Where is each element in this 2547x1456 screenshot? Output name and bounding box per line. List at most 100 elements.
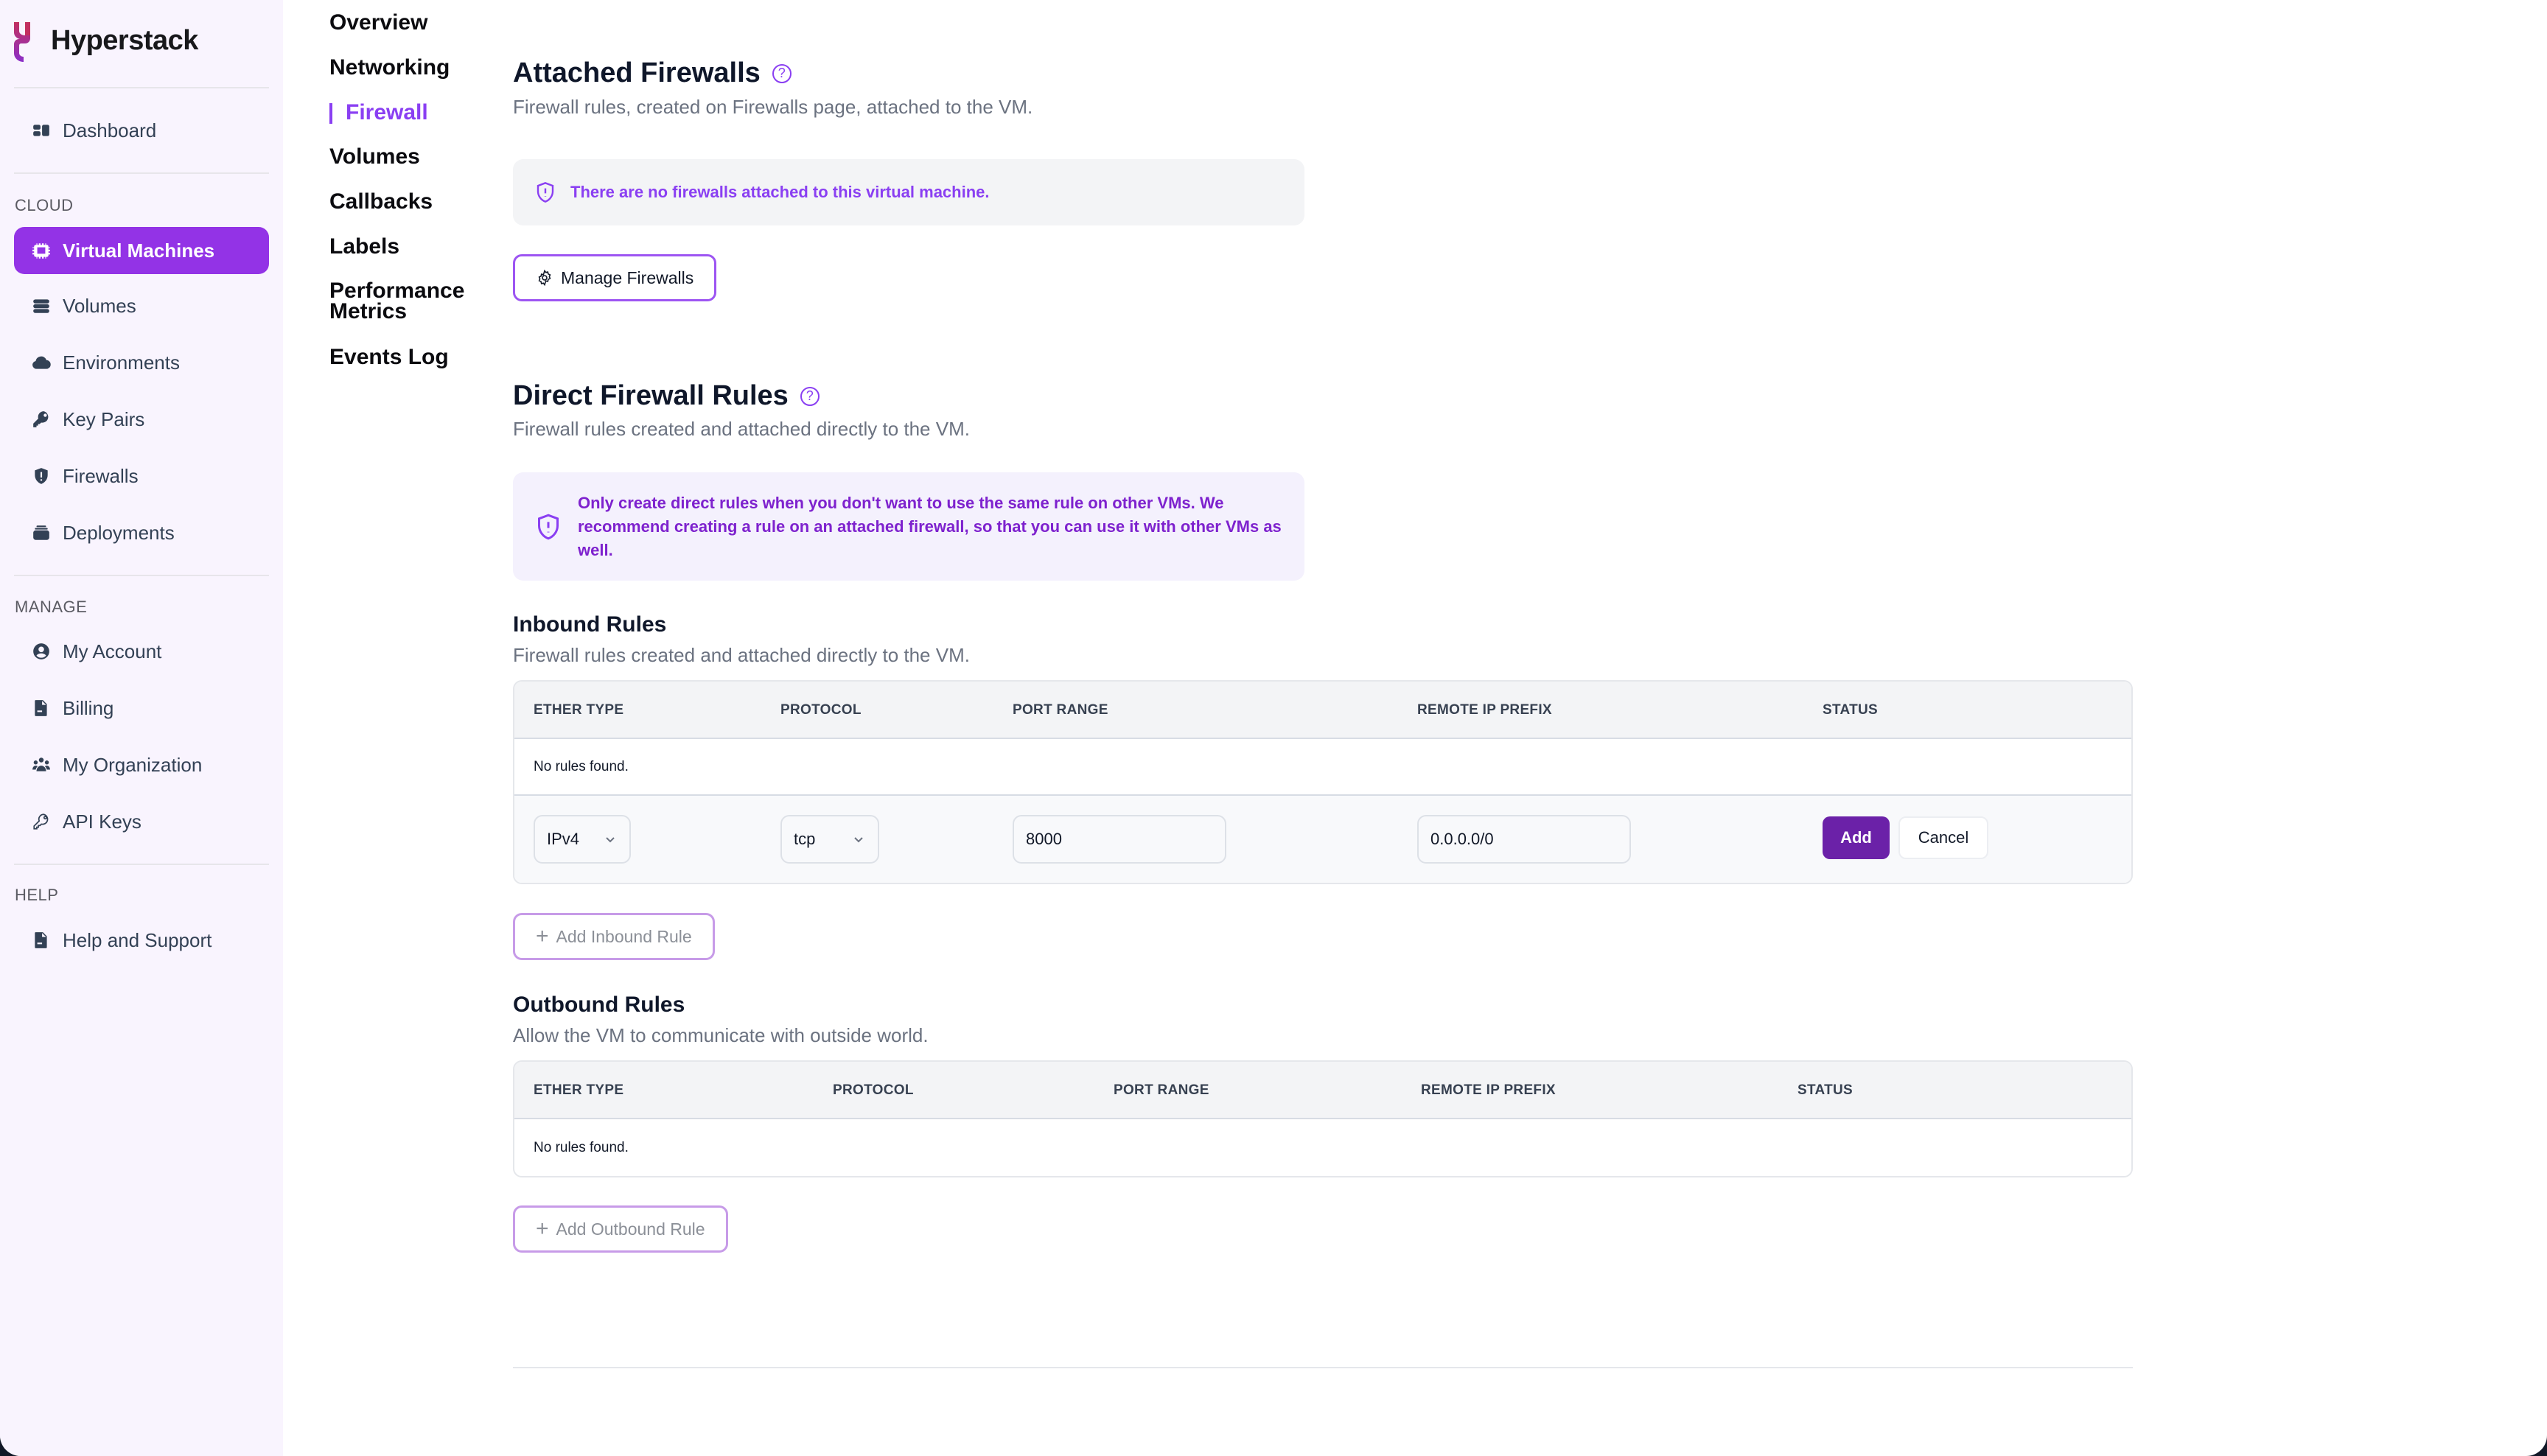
select-value: tcp xyxy=(794,830,816,848)
sidebar-item-label: My Account xyxy=(63,640,162,662)
empty-row: No rules found. xyxy=(534,1139,629,1155)
button-label: Add Inbound Rule xyxy=(556,926,692,946)
column-header[interactable]: ETHER TYPE xyxy=(534,1062,623,1119)
sidebar-item-environments[interactable]: Environments xyxy=(14,339,269,386)
outbound-rules-heading: Outbound Rules xyxy=(513,993,685,1017)
sidebar-item-key-pairs[interactable]: Key Pairs xyxy=(14,396,269,443)
section-title: Attached Firewalls xyxy=(513,57,761,88)
empty-row: No rules found. xyxy=(514,739,2131,796)
ether-type-select[interactable]: IPv4 xyxy=(534,815,631,864)
app-window: Hyperstack Dashboard CLOUD Virtual Machi… xyxy=(0,0,2547,1456)
tab-callbacks[interactable]: Callbacks xyxy=(329,191,433,213)
no-firewalls-notice: There are no firewalls attached to this … xyxy=(513,159,1304,225)
column-header[interactable]: STATUS xyxy=(1797,1062,1853,1119)
outbound-rules-subtitle: Allow the VM to communicate with outside… xyxy=(513,1024,929,1046)
inbound-rules-subtitle: Firewall rules created and attached dire… xyxy=(513,644,970,666)
user-circle-icon xyxy=(30,640,52,662)
sidebar-divider xyxy=(14,172,269,174)
column-header[interactable]: REMOTE IP PREFIX xyxy=(1417,682,1552,739)
column-header[interactable]: STATUS xyxy=(1823,682,1878,739)
tab-label-line: Metrics xyxy=(329,299,408,323)
column-header[interactable]: PROTOCOL xyxy=(833,1062,914,1119)
column-header[interactable]: PORT RANGE xyxy=(1013,682,1108,739)
document-icon xyxy=(30,929,52,951)
button-label: Add Outbound Rule xyxy=(556,1219,705,1239)
app-name: Hyperstack xyxy=(51,24,198,56)
direct-rules-warning: Only create direct rules when you don't … xyxy=(513,472,1304,581)
shield-alert-icon xyxy=(538,514,559,539)
gear-icon xyxy=(538,269,551,287)
cpu-chip-icon xyxy=(30,239,52,262)
server-stack-icon xyxy=(30,295,52,317)
shield-icon xyxy=(30,465,52,487)
table-header: ETHER TYPE PROTOCOL PORT RANGE REMOTE IP… xyxy=(514,1062,2131,1119)
sidebar-item-volumes[interactable]: Volumes xyxy=(14,282,269,329)
sidebar-item-billing[interactable]: Billing xyxy=(14,685,269,732)
help-icon[interactable]: ? xyxy=(800,386,820,406)
sidebar-divider xyxy=(14,87,269,88)
section-title: Direct Firewall Rules xyxy=(513,380,789,411)
users-icon xyxy=(30,754,52,776)
remote-ip-cell: 0.0.0.0/0 xyxy=(1417,815,1631,864)
manage-firewalls-button[interactable]: Manage Firewalls xyxy=(513,254,717,301)
cloud-icon xyxy=(30,351,52,374)
tab-label-line: Performance xyxy=(329,279,465,303)
column-header[interactable]: ETHER TYPE xyxy=(534,682,623,739)
add-rule-button[interactable]: Add xyxy=(1823,816,1890,859)
attached-firewalls-subtitle: Firewall rules, created on Firewalls pag… xyxy=(513,96,1033,118)
sidebar-divider xyxy=(14,575,269,576)
sidebar-divider xyxy=(14,864,269,865)
sidebar-item-my-account[interactable]: My Account xyxy=(14,628,269,675)
tab-events-log[interactable]: Events Log xyxy=(329,346,449,368)
plus-icon: + xyxy=(536,1217,549,1241)
column-header[interactable]: REMOTE IP PREFIX xyxy=(1421,1062,1556,1119)
sidebar-item-deployments[interactable]: Deployments xyxy=(14,509,269,556)
notice-text: Only create direct rules when you don't … xyxy=(578,493,1282,559)
sidebar-item-label: Key Pairs xyxy=(63,407,145,430)
help-icon[interactable]: ? xyxy=(772,63,792,83)
sidebar-item-dashboard[interactable]: Dashboard xyxy=(14,107,269,154)
chevron-down-icon xyxy=(854,837,863,843)
dashboard-icon xyxy=(30,119,52,141)
sidebar-item-help-and-support[interactable]: Help and Support xyxy=(14,917,269,964)
sidebar-item-label: Volumes xyxy=(63,294,136,317)
sidebar-item-virtual-machines[interactable]: Virtual Machines xyxy=(14,227,269,274)
tab-labels[interactable]: Labels xyxy=(329,236,399,258)
tab-volumes[interactable]: Volumes xyxy=(329,146,420,168)
direct-rules-subtitle: Firewall rules created and attached dire… xyxy=(513,418,970,440)
port-range-cell: 8000 xyxy=(1013,815,1226,864)
sidebar-item-label: Environments xyxy=(63,351,180,374)
protocol-cell: tcp xyxy=(780,815,879,864)
sidebar-item-my-organization[interactable]: My Organization xyxy=(14,741,269,788)
sidebar: Hyperstack Dashboard CLOUD Virtual Machi… xyxy=(0,0,283,1456)
column-header[interactable]: PORT RANGE xyxy=(1114,1062,1209,1119)
logo[interactable]: Hyperstack xyxy=(14,19,198,62)
port-range-input[interactable]: 8000 xyxy=(1013,815,1226,864)
tab-overview[interactable]: Overview xyxy=(329,12,427,34)
add-outbound-rule-button[interactable]: + Add Outbound Rule xyxy=(513,1205,728,1253)
key-icon xyxy=(30,408,52,430)
section-label-manage: MANAGE xyxy=(15,598,88,616)
table-header: ETHER TYPE PROTOCOL PORT RANGE REMOTE IP… xyxy=(514,682,2131,739)
hyperstack-logo-icon xyxy=(14,22,30,62)
sidebar-item-label: Help and Support xyxy=(63,928,212,951)
remote-ip-prefix-input[interactable]: 0.0.0.0/0 xyxy=(1417,815,1631,864)
column-header[interactable]: PROTOCOL xyxy=(780,682,862,739)
tab-networking[interactable]: Networking xyxy=(329,57,450,79)
protocol-select[interactable]: tcp xyxy=(780,815,879,864)
section-label-help: HELP xyxy=(15,886,59,904)
sidebar-item-label: My Organization xyxy=(63,753,203,776)
new-rule-row: IPv4 tcp 8000 0.0.0.0/0 Add Cancel xyxy=(514,796,2131,883)
sidebar-item-firewalls[interactable]: Firewalls xyxy=(14,452,269,500)
cancel-rule-button[interactable]: Cancel xyxy=(1898,816,1988,859)
key-outline-icon xyxy=(30,811,52,833)
sidebar-item-label: Deployments xyxy=(63,521,175,544)
outbound-rules-table: ETHER TYPE PROTOCOL PORT RANGE REMOTE IP… xyxy=(513,1060,2133,1177)
add-inbound-rule-button[interactable]: + Add Inbound Rule xyxy=(513,913,715,960)
sidebar-item-api-keys[interactable]: API Keys xyxy=(14,798,269,845)
notice-text: There are no firewalls attached to this … xyxy=(570,183,990,201)
tab-firewall[interactable]: Firewall xyxy=(329,102,428,124)
tab-performance-metrics[interactable]: Performance Metrics xyxy=(329,279,465,323)
button-label: Manage Firewalls xyxy=(561,267,694,287)
section-label-cloud: CLOUD xyxy=(15,196,74,214)
